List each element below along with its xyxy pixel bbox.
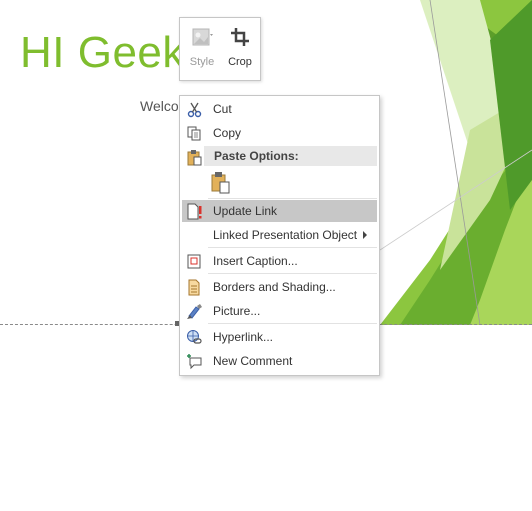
menu-item-borders-shading[interactable]: Borders and Shading... (182, 276, 377, 298)
update-link-icon (186, 203, 203, 220)
menu-separator (208, 247, 377, 248)
menu-item-update-link-label: Update Link (213, 204, 278, 218)
menu-item-copy-label: Copy (213, 126, 242, 140)
menu-item-cut-label: Cut (213, 102, 232, 116)
submenu-arrow-icon (363, 231, 367, 239)
style-button[interactable]: Style (184, 22, 220, 74)
menu-item-borders-shading-label: Borders and Shading... (213, 280, 336, 294)
menu-separator (208, 273, 377, 274)
menu-item-picture-label: Picture... (213, 304, 261, 318)
context-menu: Cut Copy Paste Options: Update Link Link… (179, 95, 380, 376)
menu-item-hyperlink[interactable]: Hyperlink... (182, 326, 377, 348)
caption-icon (186, 253, 203, 270)
menu-item-insert-caption[interactable]: Insert Caption... (182, 250, 377, 272)
crop-icon (228, 24, 252, 50)
slide-title[interactable]: HI Geek (20, 28, 185, 78)
paste-keep-source-button[interactable] (210, 171, 232, 195)
menu-separator (208, 323, 377, 324)
menu-item-linked-object[interactable]: Linked Presentation Object (182, 224, 377, 246)
slide-subtitle[interactable]: Welco (140, 98, 179, 114)
menu-item-new-comment-label: New Comment (213, 354, 293, 368)
menu-separator (208, 198, 377, 199)
paste-options-label-bar: Paste Options: (204, 146, 377, 166)
scissors-icon (186, 101, 203, 118)
paste-icon (210, 172, 232, 198)
menu-item-new-comment[interactable]: New Comment (182, 350, 377, 372)
crop-button[interactable]: Crop (222, 22, 258, 74)
mini-toolbar: Style Crop (179, 17, 261, 81)
menu-item-copy[interactable]: Copy (182, 122, 377, 144)
menu-item-insert-caption-label: Insert Caption... (213, 254, 298, 268)
copy-icon (186, 125, 203, 142)
menu-item-linked-object-label: Linked Presentation Object (213, 228, 358, 242)
menu-item-update-link[interactable]: Update Link (182, 200, 377, 222)
menu-item-picture[interactable]: Picture... (182, 300, 377, 322)
comment-icon (186, 353, 203, 370)
picture-format-icon (186, 303, 203, 320)
style-label: Style (189, 56, 215, 68)
borders-icon (186, 279, 203, 296)
paste-options-label: Paste Options: (214, 149, 299, 163)
menu-item-hyperlink-label: Hyperlink... (213, 330, 274, 344)
crop-label: Crop (228, 56, 252, 68)
hyperlink-icon (186, 329, 203, 346)
menu-item-cut[interactable]: Cut (182, 98, 377, 120)
clipboard-icon (186, 149, 203, 166)
style-icon (190, 24, 214, 50)
